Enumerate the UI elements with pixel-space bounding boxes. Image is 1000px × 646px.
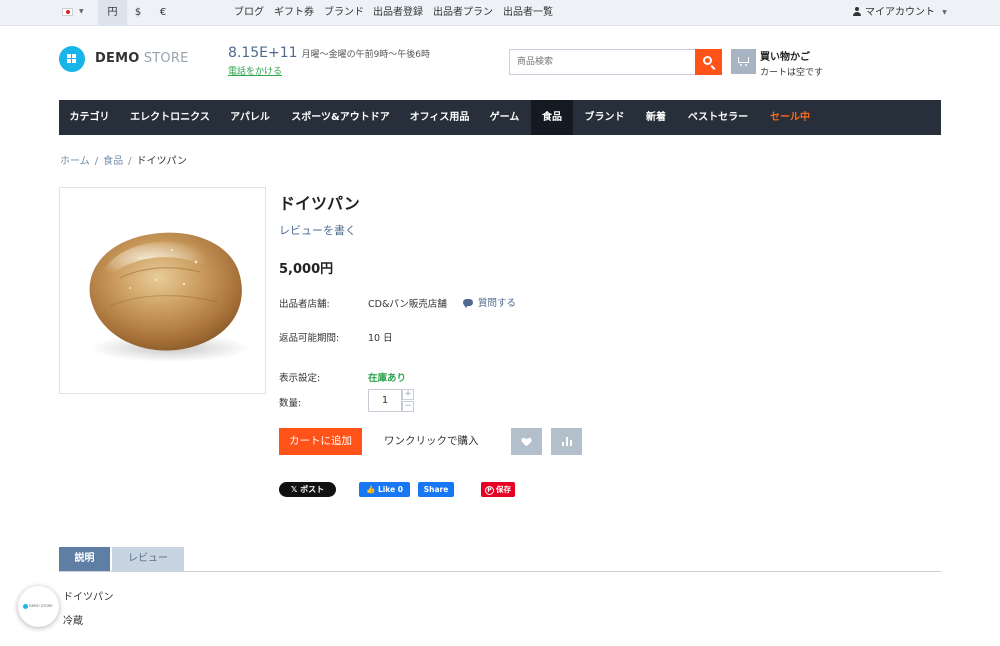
quantity-label: 数量:: [279, 398, 302, 409]
chat-icon: [463, 299, 473, 308]
cart-title[interactable]: 買い物かご: [760, 48, 810, 63]
breadcrumb-home[interactable]: ホーム: [60, 156, 90, 167]
currency-eur[interactable]: €: [156, 0, 170, 26]
product-price: 5,000円: [279, 258, 333, 277]
top-link-vendor-signup[interactable]: 出品者登録: [373, 0, 423, 26]
main-navigation: カテゴリ エレクトロニクス アパレル スポーツ&アウトドア オフィス用品 ゲーム…: [59, 100, 941, 135]
vendor-label: 出品者店舗:: [279, 299, 330, 310]
account-chevron-down-icon: ▼: [942, 9, 947, 16]
logo-word-light: STORE: [143, 51, 189, 66]
search-icon: [703, 56, 712, 65]
x-post-label: ポスト: [300, 485, 325, 494]
search-input[interactable]: [509, 49, 696, 75]
cart-status: カートは空です: [760, 68, 824, 78]
nav-item-bestsellers[interactable]: ベストセラー: [676, 100, 760, 135]
logo-word-bold: DEMO: [95, 51, 140, 66]
stock-status: 在庫あり: [368, 373, 407, 384]
nav-item-office[interactable]: オフィス用品: [401, 100, 478, 135]
breadcrumb-current: ドイツパン: [136, 156, 187, 167]
pinterest-icon: P: [485, 486, 494, 495]
widget-logo-text: DEMO STORE: [29, 604, 53, 608]
vendor-link[interactable]: CD&パン販売店舗: [368, 296, 447, 310]
top-bar: ▼ 円 $ € ブログ ギフト券 ブランド 出品者登録 出品者プラン 出品者一覧…: [0, 0, 1000, 26]
thumbs-up-icon: 👍: [365, 485, 378, 494]
bread-image: [89, 232, 250, 362]
nav-item-categories[interactable]: カテゴリ: [59, 100, 120, 135]
return-period-label: 返品可能期間:: [279, 333, 340, 344]
nav-item-games[interactable]: ゲーム: [478, 100, 531, 135]
my-account-menu[interactable]: マイアカウント ▼: [852, 0, 947, 26]
currency-usd[interactable]: $: [131, 0, 145, 26]
phone-number: 8.15E+11: [228, 45, 298, 61]
quantity-decrease-button[interactable]: −: [402, 401, 414, 412]
store-logo-icon[interactable]: [59, 46, 85, 72]
business-hours: 月曜〜金曜の午前9時〜午後6時: [301, 50, 431, 60]
top-link-vendor-plans[interactable]: 出品者プラン: [433, 0, 493, 26]
nav-item-sale[interactable]: セール中: [760, 100, 820, 135]
top-link-gift-cards[interactable]: ギフト券: [274, 0, 314, 26]
breadcrumb: ホーム / 食品 / ドイツパン: [60, 152, 187, 167]
facebook-like-label: Like 0: [377, 485, 403, 494]
x-post-button[interactable]: 𝕏 ポスト: [279, 482, 336, 497]
return-period-value: 10 日: [368, 333, 393, 344]
add-to-wishlist-button[interactable]: [511, 428, 542, 455]
top-link-brands[interactable]: ブランド: [324, 0, 364, 26]
store-logo[interactable]: DEMO STORE: [95, 51, 188, 66]
my-account-label: マイアカウント: [865, 7, 935, 18]
nav-item-sports-outdoor[interactable]: スポーツ&アウトドア: [280, 100, 401, 135]
nav-item-brands[interactable]: ブランド: [573, 100, 636, 135]
store-logo-icon: [23, 604, 28, 609]
japan-flag-icon[interactable]: [62, 8, 73, 16]
language-chevron-down-icon[interactable]: ▼: [79, 8, 84, 15]
top-link-blog[interactable]: ブログ: [234, 0, 264, 26]
x-logo-icon: 𝕏: [290, 485, 301, 494]
top-link-vendor-list[interactable]: 出品者一覧: [503, 0, 553, 26]
nav-item-food[interactable]: 食品: [531, 100, 573, 135]
add-to-cart-button[interactable]: カートに追加: [279, 428, 362, 455]
add-to-compare-button[interactable]: [551, 428, 582, 455]
description-line: 冷蔵: [63, 616, 83, 627]
facebook-like-button[interactable]: 👍 Like 0: [359, 482, 410, 497]
product-title: ドイツパン: [279, 194, 360, 213]
nav-item-electronics[interactable]: エレクトロニクス: [120, 100, 220, 135]
tab-reviews[interactable]: レビュー: [112, 547, 184, 571]
price-amount: 5,000: [279, 262, 321, 277]
price-currency: 円: [320, 262, 334, 277]
breadcrumb-category[interactable]: 食品: [103, 156, 123, 167]
ask-question-label: 質問する: [478, 298, 517, 309]
quantity-input[interactable]: [368, 389, 402, 412]
heart-icon: [522, 438, 531, 446]
tab-description[interactable]: 説明: [59, 547, 110, 571]
description-line: ドイツパン: [63, 592, 114, 603]
facebook-share-button[interactable]: Share: [418, 482, 454, 497]
user-icon: [852, 7, 861, 16]
cart-icon[interactable]: [731, 49, 756, 74]
one-click-buy-link[interactable]: ワンクリックで購入: [384, 428, 479, 455]
availability-label: 表示設定:: [279, 373, 321, 384]
write-review-link[interactable]: レビューを書く: [279, 222, 356, 238]
currency-yen[interactable]: 円: [98, 0, 127, 26]
ask-question-link[interactable]: 質問する: [463, 295, 516, 309]
bar-chart-icon: [562, 437, 572, 446]
phone-block: 8.15E+11 月曜〜金曜の午前9時〜午後6時: [228, 45, 430, 61]
search-button[interactable]: [695, 49, 722, 75]
breadcrumb-separator: /: [128, 156, 132, 167]
nav-item-new[interactable]: 新着: [636, 100, 676, 135]
pinterest-save-label: 保存: [496, 485, 511, 494]
tab-divider: [59, 571, 941, 572]
floating-store-widget[interactable]: DEMO STORE: [18, 586, 59, 627]
product-image[interactable]: [59, 187, 266, 394]
call-link[interactable]: 電話をかける: [228, 64, 282, 77]
quantity-increase-button[interactable]: +: [402, 389, 414, 400]
breadcrumb-separator: /: [94, 156, 99, 167]
pinterest-save-button[interactable]: P 保存: [481, 482, 515, 497]
nav-item-apparel[interactable]: アパレル: [220, 100, 280, 135]
